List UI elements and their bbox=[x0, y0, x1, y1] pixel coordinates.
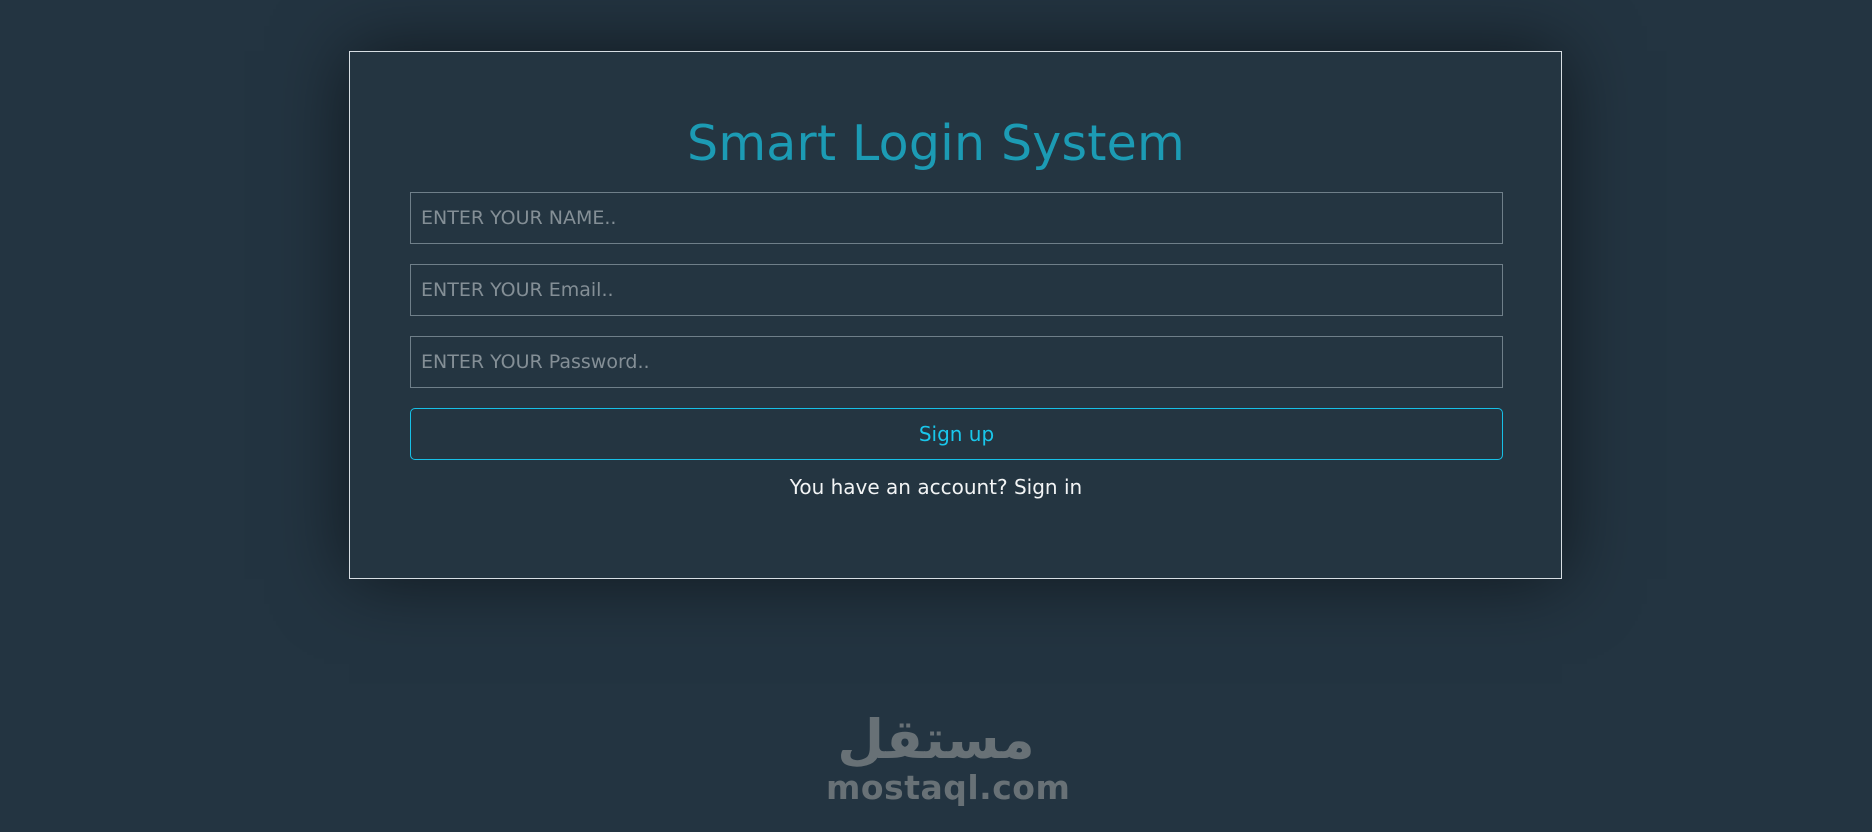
name-input[interactable] bbox=[410, 192, 1503, 244]
password-input[interactable] bbox=[410, 336, 1503, 388]
login-page: Smart Login System Sign up You have an a… bbox=[0, 0, 1872, 832]
sign-up-button[interactable]: Sign up bbox=[410, 408, 1503, 460]
watermark-latin-logo: mostaql.com bbox=[826, 768, 1071, 807]
mostaql-watermark: مستقل mostaql.com bbox=[826, 708, 1071, 815]
sign-in-link[interactable]: Sign in bbox=[1014, 475, 1082, 499]
account-prompt-text: You have an account? bbox=[789, 475, 1014, 499]
page-title: Smart Login System bbox=[687, 115, 1185, 172]
account-prompt: You have an account? Sign in bbox=[0, 472, 1872, 502]
watermark-arabic-logo: مستقل bbox=[837, 708, 1035, 771]
email-input[interactable] bbox=[410, 264, 1503, 316]
